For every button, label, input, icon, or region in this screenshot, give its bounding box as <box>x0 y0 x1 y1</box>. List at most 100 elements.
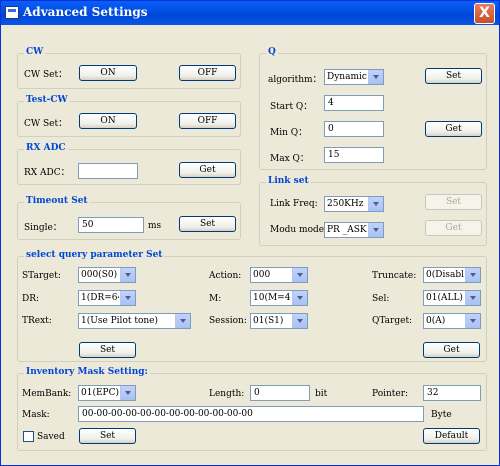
timeout-unit: ms <box>148 221 162 231</box>
chevron-down-icon[interactable] <box>292 291 307 305</box>
link-set-group: Link set Link Freq: 250KHz Set Modu mode… <box>259 176 487 246</box>
q-algorithm-label: algorithm： <box>268 75 322 85</box>
q-set-button[interactable]: Set <box>425 68 482 84</box>
qtarget-label: QTarget: <box>372 316 413 326</box>
trext-select[interactable]: 1(Use Pilot tone) <box>78 313 191 329</box>
sel-label: Sel: <box>372 294 390 304</box>
session-select[interactable]: 01(S1) <box>250 313 308 329</box>
action-value: 000 <box>253 270 271 280</box>
sel-select[interactable]: 01(ALL) <box>423 290 481 306</box>
test-cw-on-button[interactable]: ON <box>79 113 137 129</box>
rx-adc-get-button[interactable]: Get <box>179 162 236 178</box>
chevron-down-icon[interactable] <box>465 268 480 282</box>
starget-value: 000(S0) <box>81 270 118 280</box>
qtarget-value: 0(A) <box>426 316 446 326</box>
query-set-button[interactable]: Set <box>79 342 136 358</box>
cw-off-button[interactable]: OFF <box>179 65 236 81</box>
cw-on-button[interactable]: ON <box>79 65 137 81</box>
mask-set-button[interactable]: Set <box>79 428 136 444</box>
chevron-down-icon[interactable] <box>175 314 190 328</box>
length-field[interactable]: 0 <box>250 385 310 401</box>
app-icon <box>5 6 19 19</box>
chevron-down-icon[interactable] <box>120 268 135 282</box>
length-label: Length: <box>209 389 245 399</box>
saved-label: Saved <box>37 432 65 442</box>
trext-value: 1(Use Pilot tone) <box>81 316 159 326</box>
start-q-field[interactable]: 4 <box>324 95 384 111</box>
chevron-down-icon[interactable] <box>120 386 135 400</box>
chevron-down-icon[interactable] <box>292 314 307 328</box>
link-set-button[interactable]: Set <box>425 194 482 210</box>
dr-select[interactable]: 1(DR=64/3) <box>78 290 136 306</box>
test-cw-group: Test-CW CW Set： ON OFF <box>17 95 241 137</box>
session-label: Session: <box>209 316 247 326</box>
query-get-button[interactable]: Get <box>423 342 480 358</box>
inventory-mask-group: Inventory Mask Setting: MemBank: 01(EPC)… <box>17 367 487 451</box>
modu-mode-select[interactable]: PR _ASK <box>324 222 384 238</box>
mask-field[interactable]: 00-00-00-00-00-00-00-00-00-00-00-00 <box>78 406 424 422</box>
m-label: M: <box>209 294 222 304</box>
query-parameter-group-title: select query parameter Set <box>24 250 165 260</box>
mask-unit: Byte <box>431 410 452 420</box>
saved-checkbox[interactable] <box>23 431 34 442</box>
timeout-single-label: Single： <box>24 223 62 233</box>
mask-label: Mask: <box>22 410 50 420</box>
inventory-mask-group-title: Inventory Mask Setting: <box>24 367 150 377</box>
advanced-settings-window: Advanced Settings X CW CW Set： ON OFF Te… <box>0 0 500 466</box>
m-select[interactable]: 10(M=4) <box>250 290 308 306</box>
starget-label: STarget: <box>22 271 61 281</box>
q-algorithm-select[interactable]: Dynamic Q <box>324 69 384 85</box>
close-button[interactable]: X <box>474 3 495 24</box>
test-cw-off-button[interactable]: OFF <box>179 113 236 129</box>
timeout-set-button[interactable]: Set <box>179 216 236 232</box>
chevron-down-icon[interactable] <box>368 223 383 237</box>
timeout-group-title: Timeout Set <box>24 196 90 206</box>
membank-value: 01(EPC) <box>81 388 119 398</box>
query-parameter-group: select query parameter Set STarget: 000(… <box>17 250 487 362</box>
rx-adc-group-title: RX ADC <box>24 143 68 153</box>
timeout-single-field[interactable]: 50 <box>78 217 144 233</box>
sel-value: 01(ALL) <box>426 293 463 303</box>
chevron-down-icon[interactable] <box>368 197 383 211</box>
min-q-field[interactable]: 0 <box>324 121 384 137</box>
starget-select[interactable]: 000(S0) <box>78 267 136 283</box>
q-get-button[interactable]: Get <box>425 121 482 137</box>
start-q-label: Start Q： <box>270 102 313 112</box>
cw-group-title: CW <box>24 47 46 57</box>
rx-adc-label: RX ADC： <box>24 168 70 178</box>
test-cw-set-label: CW Set： <box>24 119 68 129</box>
q-algorithm-value: Dynamic Q <box>327 72 367 82</box>
title-bar[interactable]: Advanced Settings X <box>1 1 499 25</box>
max-q-field[interactable]: 15 <box>324 147 384 163</box>
qtarget-select[interactable]: 0(A) <box>423 313 481 329</box>
chevron-down-icon[interactable] <box>465 291 480 305</box>
action-select[interactable]: 000 <box>250 267 308 283</box>
max-q-label: Max Q： <box>270 154 309 164</box>
link-set-group-title: Link set <box>266 176 311 186</box>
window-title: Advanced Settings <box>23 5 148 19</box>
rx-adc-field[interactable] <box>78 163 138 179</box>
pointer-label: Pointer: <box>372 389 409 399</box>
m-value: 10(M=4) <box>253 293 291 303</box>
length-unit: bit <box>315 389 328 399</box>
membank-select[interactable]: 01(EPC) <box>78 385 136 401</box>
link-freq-value: 250KHz <box>327 199 364 209</box>
link-freq-select[interactable]: 250KHz <box>324 196 384 212</box>
cw-set-label: CW Set： <box>24 70 68 80</box>
chevron-down-icon[interactable] <box>465 314 480 328</box>
action-label: Action: <box>209 271 242 281</box>
truncate-select[interactable]: 0(Disable) <box>423 267 481 283</box>
default-button[interactable]: Default <box>423 428 480 444</box>
pointer-field[interactable]: 32 <box>423 385 481 401</box>
link-get-button[interactable]: Get <box>425 220 482 236</box>
q-group: Q algorithm： Dynamic Q Set Start Q： 4 Mi… <box>259 47 487 170</box>
q-group-title: Q <box>266 47 278 57</box>
chevron-down-icon[interactable] <box>368 70 383 84</box>
membank-label: MemBank: <box>22 389 72 399</box>
chevron-down-icon[interactable] <box>120 291 135 305</box>
min-q-label: Min Q： <box>270 128 308 138</box>
dr-label: DR: <box>22 294 40 304</box>
cw-group: CW CW Set： ON OFF <box>17 47 241 89</box>
modu-mode-value: PR _ASK <box>327 225 367 235</box>
chevron-down-icon[interactable] <box>292 268 307 282</box>
